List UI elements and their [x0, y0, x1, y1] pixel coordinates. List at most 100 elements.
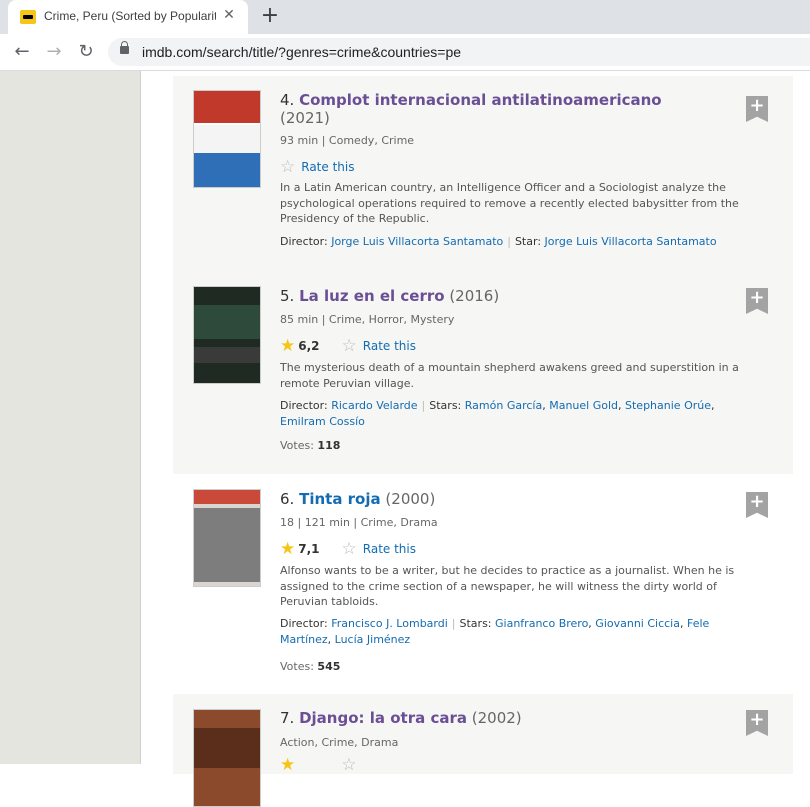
votes-count: 545 [317, 660, 341, 673]
star-link[interactable]: Giovanni Ciccia [595, 617, 680, 630]
item-credits: Director: Ricardo Velarde | Stars: Ramón G… [280, 399, 715, 428]
poster-image[interactable] [193, 286, 261, 384]
tab-strip: Crime, Peru (Sorted by Popularity ✕ + [0, 0, 810, 34]
poster-title-block [194, 347, 260, 363]
list-item: 7. Django: la otra cara (2002) Action, C… [173, 694, 793, 807]
add-to-watchlist-button[interactable]: + [746, 492, 768, 518]
plus-icon: + [749, 709, 765, 730]
director-link[interactable]: Ricardo Velarde [331, 399, 417, 412]
left-gutter [0, 71, 140, 764]
star-link[interactable]: Ramón García [465, 399, 542, 412]
imdb-rating-star-icon: ★ [280, 755, 296, 775]
plus-icon: + [749, 287, 765, 308]
right-margin [794, 71, 810, 764]
item-title-link[interactable]: Tinta roja [299, 490, 381, 508]
rate-this-link[interactable]: Rate this [301, 160, 354, 174]
imdb-rating: 7,1 [298, 542, 320, 556]
poster-image[interactable] [193, 90, 261, 188]
votes-line: Votes: 545 [280, 660, 340, 673]
item-title-link[interactable]: La luz en el cerro [299, 287, 444, 305]
poster-photo-top [194, 91, 260, 123]
star-link[interactable]: Gianfranco Brero [495, 617, 588, 630]
poster-image[interactable] [193, 489, 261, 587]
item-year: (2021) [280, 109, 330, 127]
item-index: 5. [280, 287, 295, 305]
item-year: (2000) [385, 490, 436, 508]
votes-count: 118 [317, 439, 341, 452]
director-label: Director: [280, 617, 328, 630]
item-meta: 85 min | Crime, Horror, Mystery [280, 313, 455, 326]
item-index: 4. [280, 91, 295, 109]
rating-row: ☆ Rate this [280, 157, 354, 177]
rating-row: ★ ☆ [280, 755, 357, 775]
reload-icon[interactable]: ↻ [74, 40, 98, 64]
back-arrow-icon[interactable]: ← [10, 40, 34, 64]
stars-label: Star: [514, 235, 542, 248]
item-credits: Director: Francisco J. Lombardi | Stars: G… [280, 617, 710, 646]
close-tab-icon[interactable]: ✕ [220, 6, 238, 24]
votes-line: Votes: 118 [280, 439, 340, 452]
rate-this-link[interactable]: Rate this [363, 339, 416, 353]
rate-star-icon[interactable]: ☆ [341, 755, 356, 775]
stars-label: Stars: [459, 617, 492, 630]
add-to-watchlist-button[interactable]: + [746, 288, 768, 314]
poster-title-block [194, 490, 260, 504]
star-link[interactable]: Lucía Jiménez [335, 633, 411, 646]
imdb-favicon-icon [20, 10, 36, 24]
item-title-line: 4. Complot internacional antilatinoameri… [280, 91, 662, 109]
item-description: The mysterious death of a mountain sheph… [280, 361, 739, 390]
item-meta: Action, Crime, Drama [280, 736, 399, 749]
rate-star-icon[interactable]: ☆ [342, 539, 357, 559]
director-link[interactable]: Jorge Luis Villacorta Santamato [331, 235, 503, 248]
rate-this-link[interactable]: Rate this [363, 542, 416, 556]
stars-label: Stars: [429, 399, 462, 412]
star-link[interactable]: Jorge Luis Villacorta Santamato [545, 235, 717, 248]
tab-title: Crime, Peru (Sorted by Popularity [44, 9, 216, 23]
poster-glow [194, 305, 260, 339]
add-to-watchlist-button[interactable]: + [746, 96, 768, 122]
list-item: 6. Tinta roja (2000) 18 | 121 min | Crim… [173, 474, 793, 694]
rate-star-icon[interactable]: ☆ [280, 157, 295, 177]
imdb-rating-star-icon: ★ [280, 539, 296, 559]
poster-photo-bottom [194, 153, 260, 187]
votes-label: Votes: [280, 439, 314, 452]
rating-row: ★ 7,1 ☆ Rate this [280, 539, 416, 559]
list-item: 4. Complot internacional antilatinoameri… [173, 76, 793, 272]
item-year: (2016) [449, 287, 500, 305]
list-item: 5. La luz en el cerro (2016) 85 min | Cr… [173, 272, 793, 474]
item-index: 7. [280, 709, 295, 727]
url-text[interactable]: imdb.com/search/title/?genres=crime&coun… [142, 44, 461, 60]
poster-photo [194, 508, 260, 582]
add-to-watchlist-button[interactable]: + [746, 710, 768, 736]
director-label: Director: [280, 235, 328, 248]
star-link[interactable]: Manuel Gold [549, 399, 618, 412]
imdb-rating: 6,2 [298, 339, 320, 353]
item-title-link[interactable]: Complot internacional antilatinoamerican… [299, 91, 662, 109]
item-title-link[interactable]: Django: la otra cara [299, 709, 467, 727]
browser-toolbar: ← → ↻ imdb.com/search/title/?genres=crim… [0, 34, 810, 71]
votes-label: Votes: [280, 660, 314, 673]
rating-row: ★ 6,2 ☆ Rate this [280, 336, 416, 356]
browser-tab[interactable]: Crime, Peru (Sorted by Popularity ✕ [8, 0, 248, 34]
star-link[interactable]: Emilram Cossío [280, 415, 365, 428]
director-link[interactable]: Francisco J. Lombardi [331, 617, 448, 630]
item-index: 6. [280, 490, 295, 508]
new-tab-button[interactable]: + [258, 4, 282, 28]
item-year-line: (2021) [280, 109, 330, 127]
item-meta: 18 | 121 min | Crime, Drama [280, 516, 438, 529]
plus-icon: + [749, 491, 765, 512]
poster-text-block [194, 125, 260, 153]
star-link[interactable]: Stephanie Orúe [625, 399, 711, 412]
address-bar[interactable]: imdb.com/search/title/?genres=crime&coun… [108, 38, 810, 66]
item-year: (2002) [471, 709, 522, 727]
item-title-line: 6. Tinta roja (2000) [280, 490, 435, 508]
item-description: Alfonso wants to be a writer, but he dec… [280, 564, 735, 608]
lock-icon [120, 41, 129, 54]
poster-image[interactable] [193, 709, 261, 807]
item-title-line: 7. Django: la otra cara (2002) [280, 709, 522, 727]
rate-star-icon[interactable]: ☆ [342, 336, 357, 356]
imdb-rating-star-icon: ★ [280, 336, 296, 356]
item-description: In a Latin American country, an Intellig… [280, 181, 739, 225]
forward-arrow-icon[interactable]: → [42, 40, 66, 64]
search-results-list: 4. Complot internacional antilatinoameri… [141, 71, 810, 807]
